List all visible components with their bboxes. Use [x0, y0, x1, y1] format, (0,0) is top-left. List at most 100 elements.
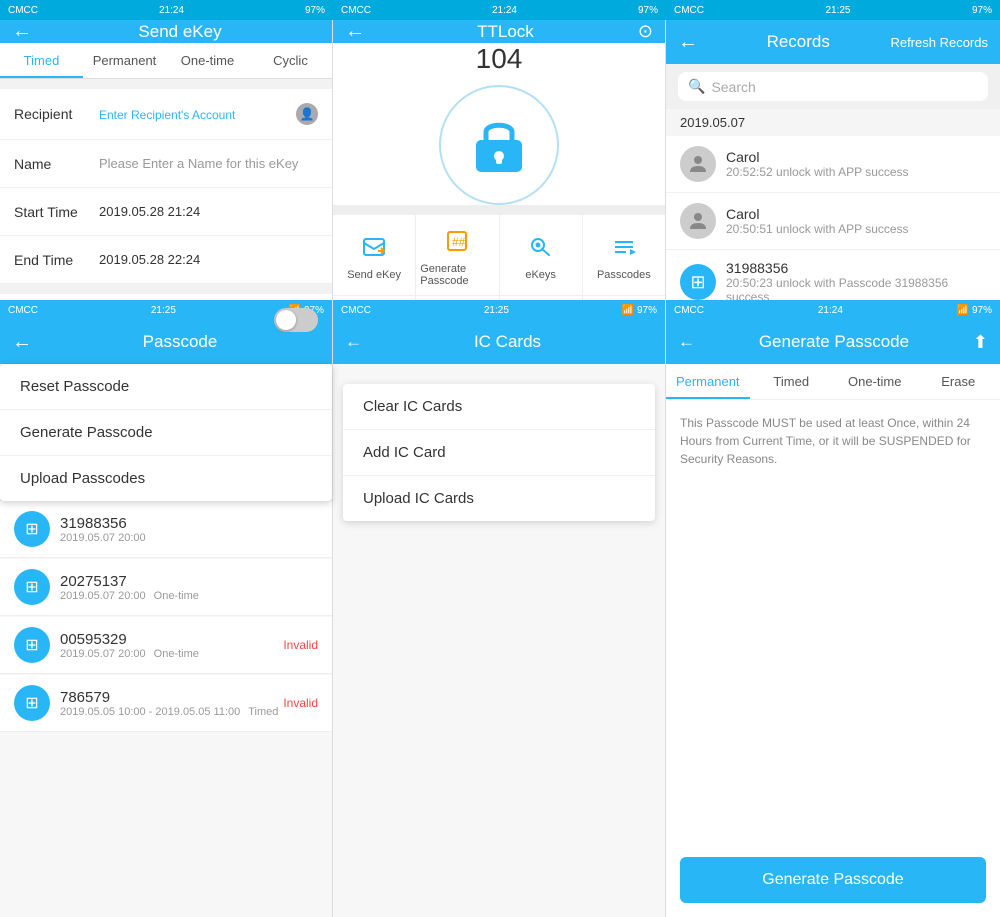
lock-display: 104 — [333, 43, 665, 205]
grid-send-ekey[interactable]: Send eKey — [333, 215, 415, 295]
passcode-status-3: Invalid — [283, 696, 318, 710]
authorized-admin-toggle[interactable] — [274, 308, 318, 332]
tab-permanent[interactable]: Permanent — [83, 43, 166, 78]
recipient-row: Recipient 👤 — [0, 89, 332, 140]
grid-passcodes[interactable]: Passcodes — [583, 215, 665, 295]
start-time-label: Start Time — [14, 204, 99, 220]
record-avatar-1 — [680, 203, 716, 239]
passcode-code-0: 31988356 — [60, 515, 318, 532]
ttlock-header: ← TTLock ⊙ — [333, 20, 665, 43]
reset-passcode-item[interactable]: Reset Passcode — [0, 364, 332, 410]
status-battery-2: 97% — [638, 5, 658, 16]
name-row: Name Please Enter a Name for this eKey — [0, 140, 332, 188]
end-time-value: 2019.05.28 22:24 — [99, 252, 318, 267]
search-bar: 🔍 — [666, 64, 1000, 109]
tab-cyclic[interactable]: Cyclic — [249, 43, 332, 78]
status-carrier-1: CMCC — [8, 5, 38, 16]
passcode-date-1: 2019.05.07 20:00 — [60, 590, 146, 602]
search-input[interactable] — [711, 79, 978, 95]
ic-dropdown: Clear IC Cards Add IC Card Upload IC Car… — [343, 384, 655, 521]
ic-cards-header: ← IC Cards — [333, 320, 665, 364]
status-carrier-2: CMCC — [341, 5, 371, 16]
generate-passcode-icon: ## — [439, 223, 475, 259]
passcodes-icon — [606, 229, 642, 265]
grid-ekeys-label: eKeys — [525, 269, 556, 281]
passcode-status-2: Invalid — [283, 638, 318, 652]
record-detail-1: 20:50:51 unlock with APP success — [726, 222, 986, 236]
upload-ic-cards-item[interactable]: Upload IC Cards — [343, 476, 655, 521]
lock-circle — [439, 85, 559, 205]
gen-tab-one-time[interactable]: One-time — [833, 364, 917, 399]
tab-one-time[interactable]: One-time — [166, 43, 249, 78]
back-button-records[interactable]: ← — [678, 31, 698, 54]
records-title: Records — [706, 32, 890, 52]
status-bar-col1: CMCC 21:24 97% — [0, 0, 333, 20]
back-button-ic[interactable]: ← — [345, 332, 362, 352]
record-name-1: Carol — [726, 206, 986, 222]
passcode-item-1[interactable]: ⊞ 20275137 2019.05.07 20:00 One-time — [0, 559, 332, 616]
contact-icon[interactable]: 👤 — [296, 103, 318, 125]
send-ekey-header: ← Send eKey — [0, 20, 332, 43]
refresh-records-btn[interactable]: Refresh Records — [890, 35, 988, 50]
generate-passcode-content: This Passcode MUST be used at least Once… — [666, 400, 1000, 843]
back-button-col1[interactable]: ← — [12, 20, 32, 43]
gen-tab-timed[interactable]: Timed — [750, 364, 834, 399]
passcode-type-2: One-time — [154, 648, 199, 660]
send-ekey-icon — [356, 229, 392, 265]
ekey-tabs: Timed Permanent One-time Cyclic — [0, 43, 332, 79]
passcode-item-2[interactable]: ⊞ 00595329 2019.05.07 20:00 One-time Inv… — [0, 617, 332, 674]
passcode-type-1: One-time — [154, 590, 199, 602]
start-time-row: Start Time 2019.05.28 21:24 — [0, 188, 332, 236]
record-item-2[interactable]: ⊞ 31988356 20:50:23 unlock with Passcode… — [666, 250, 1000, 300]
records-list: Carol 20:52:52 unlock with APP success C… — [666, 136, 1000, 300]
records-header: ← Records Refresh Records — [666, 20, 1000, 64]
lock-icon — [464, 110, 534, 180]
passcode-icon-0: ⊞ — [14, 511, 50, 547]
generate-passcode-title: Generate Passcode — [695, 332, 973, 352]
ic-cards-title: IC Cards — [362, 332, 653, 352]
passcode-date-3: 2019.05.05 10:00 - 2019.05.05 11:00 — [60, 706, 240, 718]
share-icon[interactable]: ⬆ — [973, 332, 988, 353]
generate-passcode-item[interactable]: Generate Passcode — [0, 410, 332, 456]
generate-btn-wrap: Generate Passcode — [666, 843, 1000, 917]
back-button-ttlock[interactable]: ← — [345, 20, 365, 43]
grid-generate-passcode[interactable]: ## Generate Passcode — [416, 215, 498, 295]
passcode-item-3[interactable]: ⊞ 786579 2019.05.05 10:00 - 2019.05.05 1… — [0, 675, 332, 732]
grid-gen-passcode-label: Generate Passcode — [420, 263, 494, 287]
lock-number: 104 — [476, 43, 523, 75]
ttlock-settings-icon[interactable]: ⊙ — [638, 21, 653, 42]
svg-text:##: ## — [452, 235, 466, 249]
grid-passcodes-label: Passcodes — [597, 269, 651, 281]
passcode-item-0[interactable]: ⊞ 31988356 2019.05.07 20:00 — [0, 501, 332, 558]
search-wrap: 🔍 — [678, 72, 988, 101]
send-ekey-title: Send eKey — [40, 22, 320, 42]
tab-timed[interactable]: Timed — [0, 43, 83, 78]
status-battery-1: 97% — [305, 5, 325, 16]
passcode-type-3: Timed — [248, 706, 278, 718]
back-button-gen[interactable]: ← — [678, 332, 695, 352]
status-time-2: 21:24 — [492, 5, 517, 16]
upload-passcodes-item[interactable]: Upload Passcodes — [0, 456, 332, 501]
gen-tab-permanent[interactable]: Permanent — [666, 364, 750, 399]
generate-passcode-button[interactable]: Generate Passcode — [680, 857, 986, 903]
generate-passcode-header: ← Generate Passcode ⬆ — [666, 320, 1000, 364]
record-avatar-2: ⊞ — [680, 264, 716, 300]
record-detail-0: 20:52:52 unlock with APP success — [726, 165, 986, 179]
clear-ic-cards-item[interactable]: Clear IC Cards — [343, 384, 655, 430]
record-detail-2: 20:50:23 unlock with Passcode 31988356 s… — [726, 276, 986, 300]
gen-tab-erase[interactable]: Erase — [917, 364, 1000, 399]
generate-passcode-tabs: Permanent Timed One-time Erase — [666, 364, 1000, 400]
record-item-0[interactable]: Carol 20:52:52 unlock with APP success — [666, 136, 1000, 193]
passcode-code-3: 786579 — [60, 689, 283, 706]
back-button-passcode[interactable]: ← — [12, 331, 32, 354]
passcode-icon-2: ⊞ — [14, 627, 50, 663]
grid-ekeys[interactable]: eKeys — [500, 215, 582, 295]
record-name-0: Carol — [726, 149, 986, 165]
record-item-1[interactable]: Carol 20:50:51 unlock with APP success — [666, 193, 1000, 250]
recipient-input[interactable] — [99, 107, 296, 122]
add-ic-card-item[interactable]: Add IC Card — [343, 430, 655, 476]
passcode-icon-1: ⊞ — [14, 569, 50, 605]
passcode-title: Passcode — [40, 332, 320, 352]
status-bar-col2: CMCC 21:24 97% — [333, 0, 666, 20]
search-icon: 🔍 — [688, 78, 705, 95]
